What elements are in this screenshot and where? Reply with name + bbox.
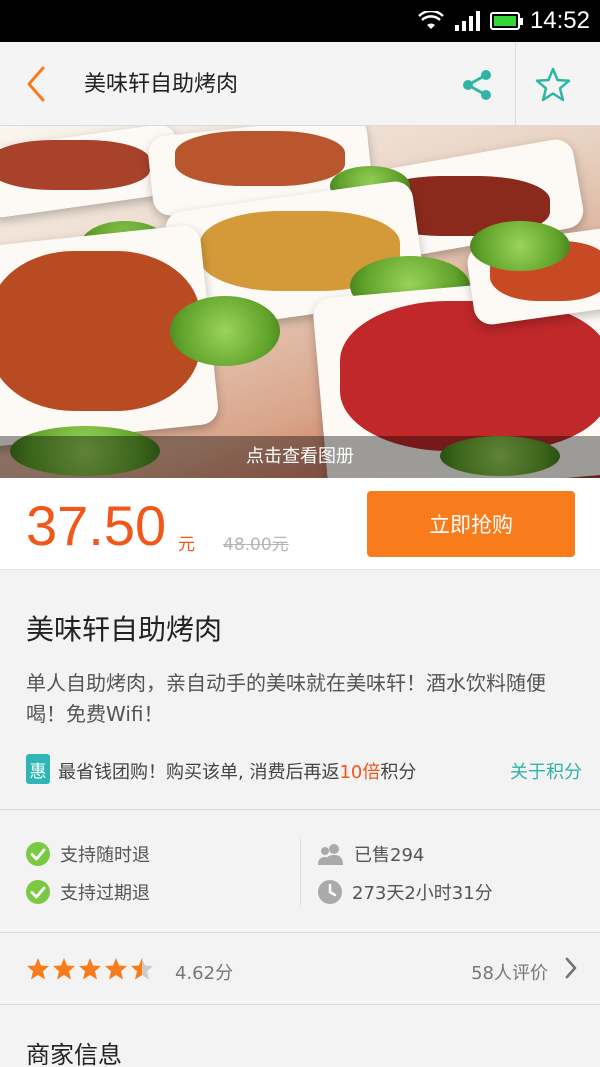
sold-count: 已售294 [354,845,425,866]
merchant-section: 商家信息 [0,1005,600,1067]
deal-title: 美味轩自助烤肉 [26,613,223,646]
remaining-time: 273天2小时31分 [352,883,493,904]
people-icon [318,844,343,865]
expired-refund-label: 支持过期退 [60,883,150,904]
favorite-button[interactable] [528,60,578,110]
rating-score: 4.62分 [175,963,234,984]
hero-image[interactable]: 点击查看图册 [0,126,600,478]
promo-suffix: 积分 [380,762,417,783]
promo-text: 最省钱团购！购买该单, 消费后再返10倍积分 [58,758,416,784]
deal-description: 单人自助烤肉，亲自动手的美味就在美味轩！酒水饮料随便喝！免费Wifi！ [26,671,546,726]
features-divider [300,839,301,905]
check-circle-icon [26,842,50,866]
chevron-right-icon [565,957,577,979]
star-outline-icon [535,67,571,102]
chevron-left-icon [27,66,45,102]
star-filled-icon [79,958,101,980]
feature-expired-refund: 支持过期退 [26,879,150,905]
about-points-link[interactable]: 关于积分 [510,758,582,784]
deal-info: 美味轩自助烤肉 单人自助烤肉，亲自动手的美味就在美味轩！酒水饮料随便喝！免费Wi… [0,570,600,810]
price-unit: 元 [178,535,195,555]
review-count: 58人评价 [471,963,548,984]
title-bar: 美味轩自助烤肉 [0,42,600,126]
back-button[interactable] [16,62,56,106]
share-button[interactable] [452,60,502,110]
check-circle-icon [26,880,50,904]
features-section: 支持随时退 支持过期退 已售294 273天2小时31分 [0,811,600,933]
clock-icon [318,880,342,904]
star-filled-icon [105,958,127,980]
price-bar: 37.50 元 48.00元 立即抢购 [0,478,600,570]
star-filled-icon [27,958,49,980]
rating-row[interactable]: 4.62分 58人评价 [0,933,600,1005]
view-album-label[interactable]: 点击查看图册 [0,436,600,478]
star-half-icon [131,958,153,980]
merchant-info-title: 商家信息 [26,1041,122,1067]
header-divider [515,42,516,126]
status-bar: 14:52 [0,0,600,42]
signal-icon [454,11,480,31]
anytime-refund-label: 支持随时退 [60,845,150,866]
feature-anytime-refund: 支持随时退 [26,841,150,867]
feature-sold: 已售294 [318,841,424,867]
clock: 14:52 [529,7,590,34]
page-title: 美味轩自助烤肉 [84,72,239,97]
original-price: 48.00元 [223,535,289,555]
wifi-icon [418,11,444,29]
share-icon [463,70,491,100]
promo-prefix: 最省钱团购！购买该单, 消费后再返 [58,762,340,783]
current-price: 37.50 [26,494,167,557]
star-filled-icon [53,958,75,980]
battery-icon [489,12,523,30]
feature-remaining-time: 273天2小时31分 [318,879,493,905]
promo-highlight: 10倍 [339,762,381,783]
buy-now-button[interactable]: 立即抢购 [367,491,575,557]
discount-icon: 惠 [26,754,50,784]
star-rating [26,957,154,981]
